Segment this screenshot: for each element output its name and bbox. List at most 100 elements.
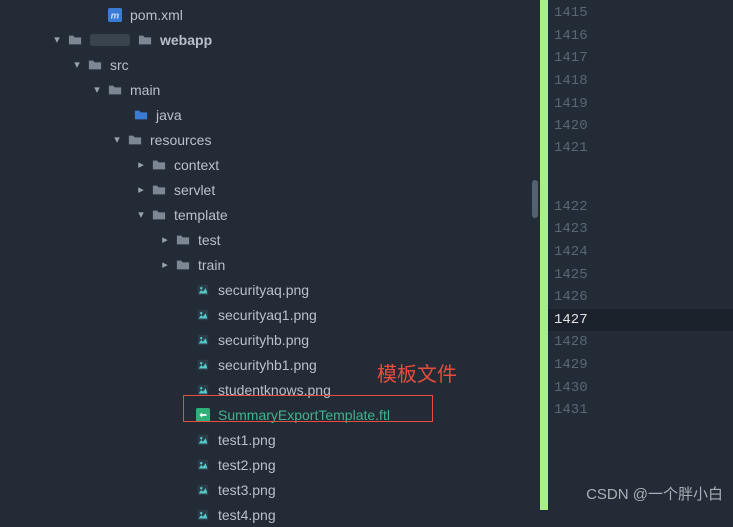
chevron-placeholder [178,458,192,472]
file-img-icon [194,506,212,524]
tree-item-template[interactable]: ▾ template [0,202,540,227]
line-number[interactable]: 1417 [548,47,733,70]
tree-item-test[interactable]: ▸ test [0,227,540,252]
line-number[interactable]: 1419 [548,92,733,115]
line-number[interactable]: 1426 [548,286,733,309]
tree-item-label: test3.png [218,482,276,498]
tree-item-servlet[interactable]: ▸ servlet [0,177,540,202]
line-number[interactable]: 1425 [548,263,733,286]
tree-item-label: test2.png [218,457,276,473]
line-number[interactable]: 1430 [548,376,733,399]
file-img-icon [194,431,212,449]
line-number[interactable]: 1416 [548,25,733,48]
tree-item-main[interactable]: ▾ main [0,77,540,102]
tree-item-label: test [198,232,221,248]
line-number[interactable]: 1418 [548,70,733,93]
chevron-down-icon[interactable]: ▾ [50,33,64,47]
redacted-text [90,34,130,46]
scrollbar-thumb[interactable] [532,180,538,218]
tree-item-label: train [198,257,225,273]
tree-item-summaryexporttemplate-ftl[interactable]: SummaryExportTemplate.ftl [0,402,540,427]
tree-item-pom-xml[interactable]: pom.xml [0,2,540,27]
folder-icon [174,256,192,274]
tree-item-label: webapp [160,32,212,48]
tree-item-label: main [130,82,160,98]
chevron-down-icon[interactable]: ▾ [70,58,84,72]
tree-item-label: test4.png [218,507,276,523]
line-number[interactable]: 1422 [548,196,733,219]
file-img-icon [194,281,212,299]
folder-icon [106,81,124,99]
tree-item-label: pom.xml [130,7,183,23]
tree-item-test3-png[interactable]: test3.png [0,477,540,502]
line-number[interactable]: 1421 [548,138,733,196]
line-number[interactable]: 1420 [548,115,733,138]
chevron-placeholder [178,433,192,447]
tree-item-label: template [174,207,228,223]
chevron-placeholder [178,408,192,422]
tree-item-label: studentknows.png [218,382,331,398]
chevron-right-icon[interactable]: ▸ [158,258,172,272]
file-img-icon [194,306,212,324]
line-number[interactable]: 1429 [548,354,733,377]
line-number[interactable]: 1431 [548,399,733,422]
folder-blue-icon [132,106,150,124]
chevron-down-icon[interactable]: ▾ [134,208,148,222]
tree-item-context[interactable]: ▸ context [0,152,540,177]
tree-item-src[interactable]: ▾ src [0,52,540,77]
folder-icon [86,56,104,74]
line-number[interactable]: 1428 [548,331,733,354]
tree-item-webapp[interactable]: ▾ webapp [0,27,540,52]
file-img-icon [194,381,212,399]
line-number[interactable]: 1423 [548,218,733,241]
line-number[interactable]: 1427 [548,309,733,332]
tree-item-train[interactable]: ▸ train [0,252,540,277]
tree-item-studentknows-png[interactable]: studentknows.png [0,377,540,402]
file-m-icon [106,6,124,24]
chevron-right-icon[interactable]: ▸ [134,183,148,197]
chevron-placeholder [178,483,192,497]
tree-item-securityaq-png[interactable]: securityaq.png [0,277,540,302]
chevron-down-icon[interactable]: ▾ [110,133,124,147]
chevron-right-icon[interactable]: ▸ [158,233,172,247]
tree-item-resources[interactable]: ▾ resources [0,127,540,152]
chevron-right-icon[interactable]: ▸ [134,158,148,172]
chevron-placeholder [178,383,192,397]
chevron-placeholder [178,308,192,322]
line-number-column[interactable]: 1415141614171418141914201421142214231424… [548,0,733,510]
chevron-placeholder [178,333,192,347]
chevron-placeholder [116,108,130,122]
chevron-placeholder [178,283,192,297]
tree-item-test4-png[interactable]: test4.png [0,502,540,527]
tree-item-securityhb1-png[interactable]: securityhb1.png [0,352,540,377]
module-icon [66,31,84,49]
folder-icon [150,206,168,224]
tree-item-securityhb-png[interactable]: securityhb.png [0,327,540,352]
tree-item-label: securityhb1.png [218,357,317,373]
file-explorer[interactable]: pom.xml▾webapp▾src▾mainjava▾resources▸co… [0,0,540,510]
tree-item-label: resources [150,132,211,148]
file-img-icon [194,481,212,499]
file-img-icon [194,456,212,474]
tree-item-label: securityaq.png [218,282,309,298]
tree-item-label: securityaq1.png [218,307,317,323]
tree-item-java[interactable]: java [0,102,540,127]
tree-item-test2-png[interactable]: test2.png [0,452,540,477]
tree-item-label: securityhb.png [218,332,309,348]
tree-item-label: context [174,157,219,173]
line-number[interactable]: 1415 [548,2,733,25]
file-img-icon [194,331,212,349]
tree-item-securityaq1-png[interactable]: securityaq1.png [0,302,540,327]
folder-icon [174,231,192,249]
tree-item-label: src [110,57,129,73]
tree-item-label: java [156,107,182,123]
chevron-down-icon[interactable]: ▾ [90,83,104,97]
line-number[interactable]: 1424 [548,241,733,264]
tree-item-label: servlet [174,182,215,198]
file-tree[interactable]: pom.xml▾webapp▾src▾mainjava▾resources▸co… [0,2,540,527]
tree-item-test1-png[interactable]: test1.png [0,427,540,452]
tree-item-label: SummaryExportTemplate.ftl [218,407,390,423]
folder-icon [150,156,168,174]
folder-icon [136,31,154,49]
chevron-placeholder [90,8,104,22]
